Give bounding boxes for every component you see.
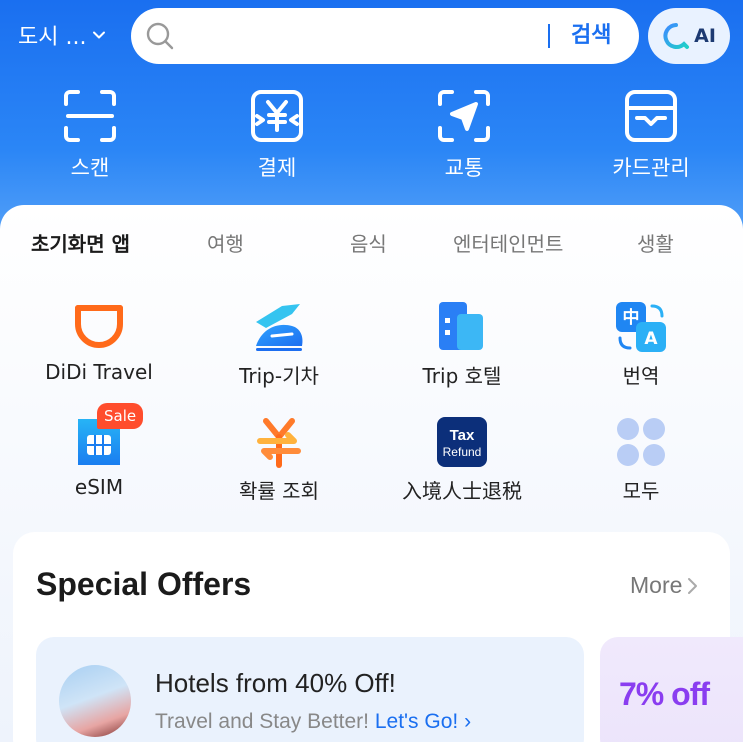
quick-action-card-management[interactable]: 카드관리 bbox=[581, 88, 721, 182]
app-translate[interactable]: 中 A 번역 bbox=[556, 300, 726, 389]
lets-go-label: Let's Go! bbox=[374, 710, 459, 733]
search-divider bbox=[548, 24, 550, 48]
chevron-right-icon bbox=[688, 577, 698, 594]
sale-badge: Sale bbox=[97, 403, 144, 429]
app-didi-travel[interactable]: DiDi Travel bbox=[14, 300, 184, 384]
didi-icon bbox=[75, 305, 123, 348]
ai-label: AI bbox=[694, 25, 716, 47]
ai-assistant-button[interactable]: AI bbox=[648, 8, 730, 64]
tab-life[interactable]: 생활 bbox=[637, 228, 674, 257]
refund-icon-text: Refund bbox=[443, 445, 482, 459]
app-exchange-rate[interactable]: 확률 조회 bbox=[194, 415, 364, 504]
ai-logo-icon bbox=[663, 23, 690, 49]
app-trip-train[interactable]: Trip-기차 bbox=[194, 300, 364, 389]
tax-refund-icon: Tax Refund bbox=[437, 417, 487, 467]
navigation-arrow-icon bbox=[438, 90, 490, 142]
app-trip-hotel[interactable]: Trip 호텔 bbox=[377, 300, 547, 389]
quick-action-payment[interactable]: 결제 bbox=[207, 88, 347, 182]
app-label: 번역 bbox=[622, 364, 660, 388]
special-offers-title: Special Offers bbox=[36, 566, 252, 602]
lets-go-link[interactable]: Let's Go! › bbox=[375, 710, 471, 733]
scan-icon bbox=[64, 90, 116, 142]
app-label: 모두 bbox=[622, 479, 660, 503]
quick-action-label: 스캔 bbox=[70, 156, 110, 180]
app-label: DiDi Travel bbox=[45, 360, 153, 384]
search-bar[interactable]: 검색 bbox=[131, 8, 639, 64]
quick-action-label: 결제 bbox=[257, 156, 297, 180]
train-icon bbox=[256, 304, 303, 351]
tab-food[interactable]: 음식 bbox=[350, 228, 387, 257]
hotel-offer-title: Hotels from 40% Off! bbox=[155, 668, 396, 698]
tab-travel[interactable]: 여행 bbox=[207, 228, 244, 257]
quick-action-label: 카드관리 bbox=[612, 156, 690, 180]
more-label: More bbox=[630, 572, 683, 598]
city-label: 도시 ... bbox=[18, 25, 87, 50]
app-label: Trip-기차 bbox=[239, 364, 319, 388]
discount-offer-text: 7% off bbox=[619, 676, 710, 712]
svg-text:A: A bbox=[644, 329, 658, 349]
tab-entertainment[interactable]: 엔터테인먼트 bbox=[453, 228, 563, 257]
tax-icon-text: Tax bbox=[450, 427, 475, 444]
hotel-icon bbox=[439, 302, 483, 350]
search-icon bbox=[146, 22, 174, 50]
all-apps-icon bbox=[617, 418, 665, 466]
app-label: eSIM bbox=[74, 475, 124, 499]
tab-home-apps[interactable]: 초기화면 앱 bbox=[31, 228, 130, 257]
chevron-down-icon bbox=[93, 31, 106, 39]
wallet-icon bbox=[625, 90, 677, 142]
yen-payment-icon bbox=[251, 90, 303, 142]
app-label: 확률 조회 bbox=[239, 479, 319, 503]
exchange-rate-icon bbox=[257, 418, 301, 468]
more-link[interactable]: More bbox=[630, 572, 700, 599]
hotel-offer-subtitle: Travel and Stay Better! Let's Go! › bbox=[155, 710, 471, 734]
app-all[interactable]: 모두 bbox=[556, 415, 726, 504]
app-label: 入境人士退税 bbox=[402, 479, 522, 503]
hotel-offer-subtext: Travel and Stay Better! bbox=[155, 710, 369, 733]
app-label: Trip 호텔 bbox=[422, 364, 502, 388]
quick-action-transport[interactable]: 교통 bbox=[394, 88, 534, 182]
app-tax-refund[interactable]: Tax Refund 入境人士退税 bbox=[377, 415, 547, 504]
quick-action-scan[interactable]: 스캔 bbox=[20, 88, 160, 182]
search-button[interactable]: 검색 bbox=[571, 8, 611, 64]
translate-icon: 中 A bbox=[616, 302, 666, 352]
hotel-offer-thumbnail bbox=[59, 665, 131, 737]
quick-action-label: 교통 bbox=[444, 156, 484, 180]
city-selector[interactable]: 도시 ... bbox=[18, 18, 106, 52]
